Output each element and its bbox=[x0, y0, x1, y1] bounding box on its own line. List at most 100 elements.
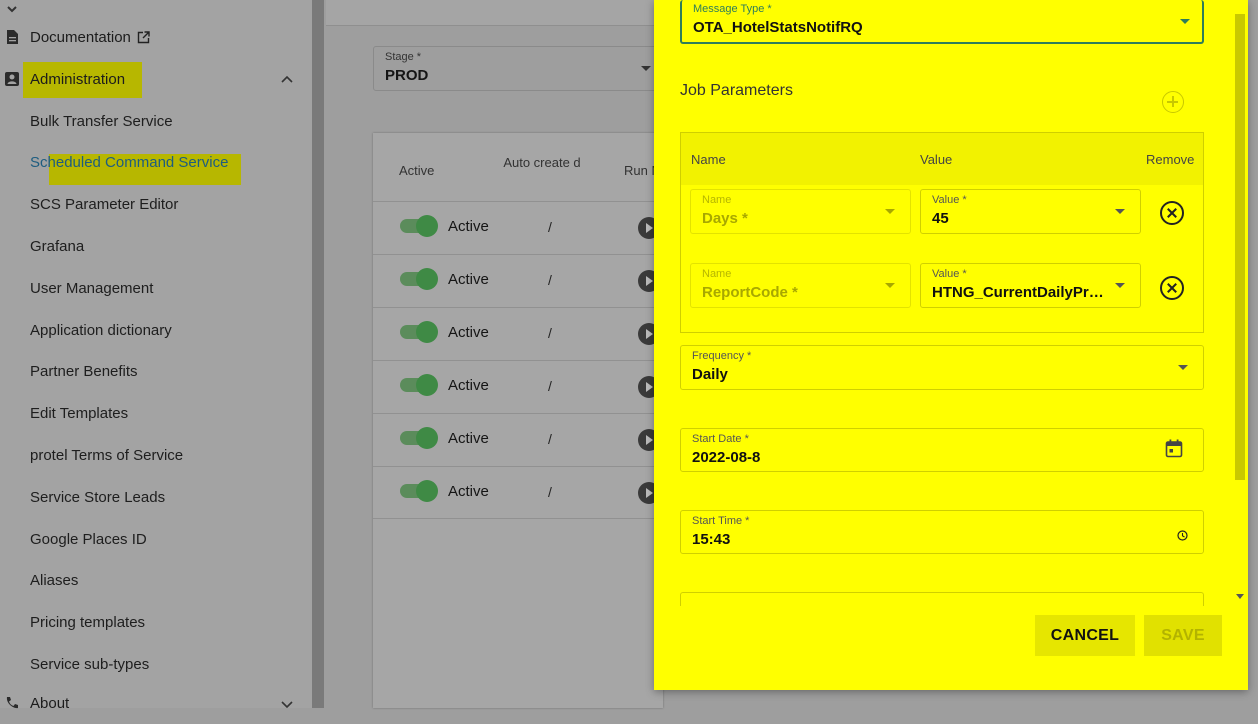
table-row: Active / bbox=[373, 413, 663, 466]
status-text: Active bbox=[448, 483, 489, 500]
sidebar-item-label: About bbox=[30, 694, 70, 712]
remove-parameter-icon[interactable] bbox=[1160, 276, 1184, 300]
start-date-label: Start Date * bbox=[692, 433, 749, 445]
start-time-value: 15:43 bbox=[692, 531, 731, 548]
sidebar-item-scs-parameter-editor[interactable]: SCS Parameter Editor bbox=[30, 196, 178, 213]
value-value: 45 bbox=[932, 210, 949, 227]
sidebar-item-service-sub-types[interactable]: Service sub-types bbox=[30, 656, 149, 673]
status-text: Active bbox=[448, 324, 489, 341]
sidebar-item-edit-templates[interactable]: Edit Templates bbox=[30, 405, 128, 422]
start-date-value: 2022-08-8 bbox=[692, 449, 761, 466]
auto-created-value: / bbox=[548, 378, 552, 394]
clock-icon[interactable] bbox=[1177, 530, 1188, 541]
active-toggle[interactable] bbox=[400, 321, 438, 343]
table-row: Active / bbox=[373, 254, 663, 307]
frequency-label: Frequency * bbox=[692, 350, 752, 362]
dropdown-arrow-icon bbox=[1115, 209, 1125, 214]
frequency-select[interactable]: Frequency * Daily bbox=[680, 345, 1204, 390]
sidebar-item-about[interactable]: About bbox=[0, 682, 312, 724]
start-time-label: Start Time * bbox=[692, 515, 750, 527]
calendar-icon[interactable] bbox=[1165, 439, 1183, 458]
sidebar-item-documentation[interactable]: Documentation bbox=[0, 16, 312, 58]
sidebar-item-aliases[interactable]: Aliases bbox=[30, 572, 78, 589]
job-parameters-title: Job Parameters bbox=[680, 82, 793, 99]
dropdown-arrow-icon bbox=[1115, 283, 1125, 288]
stage-select[interactable]: Stage * PROD bbox=[373, 46, 663, 91]
sidebar-scrollbar[interactable] bbox=[312, 0, 324, 708]
parameter-value-select[interactable]: Value * HTNG_CurrentDailyProp… bbox=[920, 263, 1141, 308]
name-value: Days * bbox=[702, 210, 748, 227]
stage-value: PROD bbox=[385, 67, 429, 84]
add-parameter-icon[interactable] bbox=[1162, 91, 1184, 113]
dropdown-arrow-icon bbox=[1180, 19, 1190, 24]
chevron-icon bbox=[7, 6, 17, 13]
column-header-auto-created: Auto create d bbox=[503, 155, 581, 170]
chevron-up-icon[interactable] bbox=[281, 74, 293, 84]
sidebar-item-administration[interactable]: Administration bbox=[0, 58, 312, 100]
sidebar-item-terms-of-service[interactable]: protel Terms of Service bbox=[30, 447, 183, 464]
message-type-value: OTA_HotelStatsNotifRQ bbox=[693, 19, 863, 36]
table-row: Active / bbox=[373, 201, 663, 254]
column-header-value: Value bbox=[920, 152, 953, 167]
jobs-table: Active Auto create d Run N Active / Acti… bbox=[373, 133, 663, 708]
phone-icon bbox=[6, 697, 18, 709]
sidebar-item-service-store-leads[interactable]: Service Store Leads bbox=[30, 489, 165, 506]
edit-job-dialog: Message Type * OTA_HotelStatsNotifRQ Job… bbox=[654, 0, 1248, 690]
active-toggle[interactable] bbox=[400, 480, 438, 502]
table-row: Active / bbox=[373, 307, 663, 360]
sidebar-item-bulk-transfer[interactable]: Bulk Transfer Service bbox=[30, 113, 173, 130]
auto-created-value: / bbox=[548, 272, 552, 288]
auto-created-value: / bbox=[548, 431, 552, 447]
name-value: ReportCode * bbox=[702, 284, 798, 301]
table-row: Active / bbox=[373, 466, 663, 519]
parameter-name-select[interactable]: Name Days * bbox=[690, 189, 911, 234]
value-label: Value * bbox=[932, 194, 967, 206]
job-parameters-header: Name Value Remove bbox=[681, 133, 1203, 185]
status-text: Active bbox=[448, 377, 489, 394]
chevron-down-icon[interactable] bbox=[281, 700, 293, 710]
status-text: Active bbox=[448, 218, 489, 235]
column-header-name: Name bbox=[691, 152, 726, 167]
active-toggle[interactable] bbox=[400, 427, 438, 449]
auto-created-value: / bbox=[548, 219, 552, 235]
sidebar-item-partner-benefits[interactable]: Partner Benefits bbox=[30, 363, 138, 380]
dropdown-arrow-icon bbox=[641, 66, 651, 71]
parameter-value-select[interactable]: Value * 45 bbox=[920, 189, 1141, 234]
name-label: Name bbox=[702, 268, 732, 280]
sidebar-item-label: Documentation bbox=[30, 28, 131, 46]
sidebar-item-google-places-id[interactable]: Google Places ID bbox=[30, 531, 147, 548]
sidebar-item-grafana[interactable]: Grafana bbox=[30, 238, 84, 255]
job-parameters-table: Name Value Remove Name Days * Value * 45… bbox=[680, 132, 1204, 333]
dropdown-arrow-icon bbox=[885, 209, 895, 214]
scroll-down-arrow-icon[interactable] bbox=[1236, 594, 1244, 599]
frequency-value: Daily bbox=[692, 366, 728, 383]
document-icon bbox=[7, 30, 18, 44]
cancel-button[interactable]: CANCEL bbox=[1035, 615, 1135, 656]
dropdown-arrow-icon bbox=[1178, 365, 1188, 370]
save-button[interactable]: SAVE bbox=[1144, 615, 1222, 656]
sidebar-item-application-dictionary[interactable]: Application dictionary bbox=[30, 322, 172, 339]
start-time-field[interactable]: Start Time * 15:43 bbox=[680, 510, 1204, 554]
table-row: Active / bbox=[373, 360, 663, 413]
message-type-label: Message Type * bbox=[693, 3, 772, 15]
value-value: HTNG_CurrentDailyProp… bbox=[932, 284, 1112, 301]
scrollbar-thumb[interactable] bbox=[1235, 14, 1245, 480]
active-toggle[interactable] bbox=[400, 268, 438, 290]
remove-parameter-icon[interactable] bbox=[1160, 201, 1184, 225]
sidebar-item-scheduled-command[interactable]: Scheduled Command Service bbox=[30, 154, 228, 171]
stage-label: Stage * bbox=[385, 51, 422, 63]
sidebar-item-pricing-templates[interactable]: Pricing templates bbox=[30, 614, 145, 631]
auto-created-value: / bbox=[548, 325, 552, 341]
status-text: Active bbox=[448, 430, 489, 447]
active-toggle[interactable] bbox=[400, 215, 438, 237]
sidebar-item-user-management[interactable]: User Management bbox=[30, 280, 153, 297]
next-field-partial[interactable] bbox=[680, 592, 1204, 606]
status-text: Active bbox=[448, 271, 489, 288]
start-date-field[interactable]: Start Date * 2022-08-8 bbox=[680, 428, 1204, 472]
external-link-icon bbox=[137, 31, 150, 44]
active-toggle[interactable] bbox=[400, 374, 438, 396]
message-type-select[interactable]: Message Type * OTA_HotelStatsNotifRQ bbox=[680, 0, 1204, 44]
sidebar-item-label: Administration bbox=[30, 70, 126, 88]
dialog-scrollbar[interactable] bbox=[1232, 0, 1248, 606]
parameter-name-select[interactable]: Name ReportCode * bbox=[690, 263, 911, 308]
